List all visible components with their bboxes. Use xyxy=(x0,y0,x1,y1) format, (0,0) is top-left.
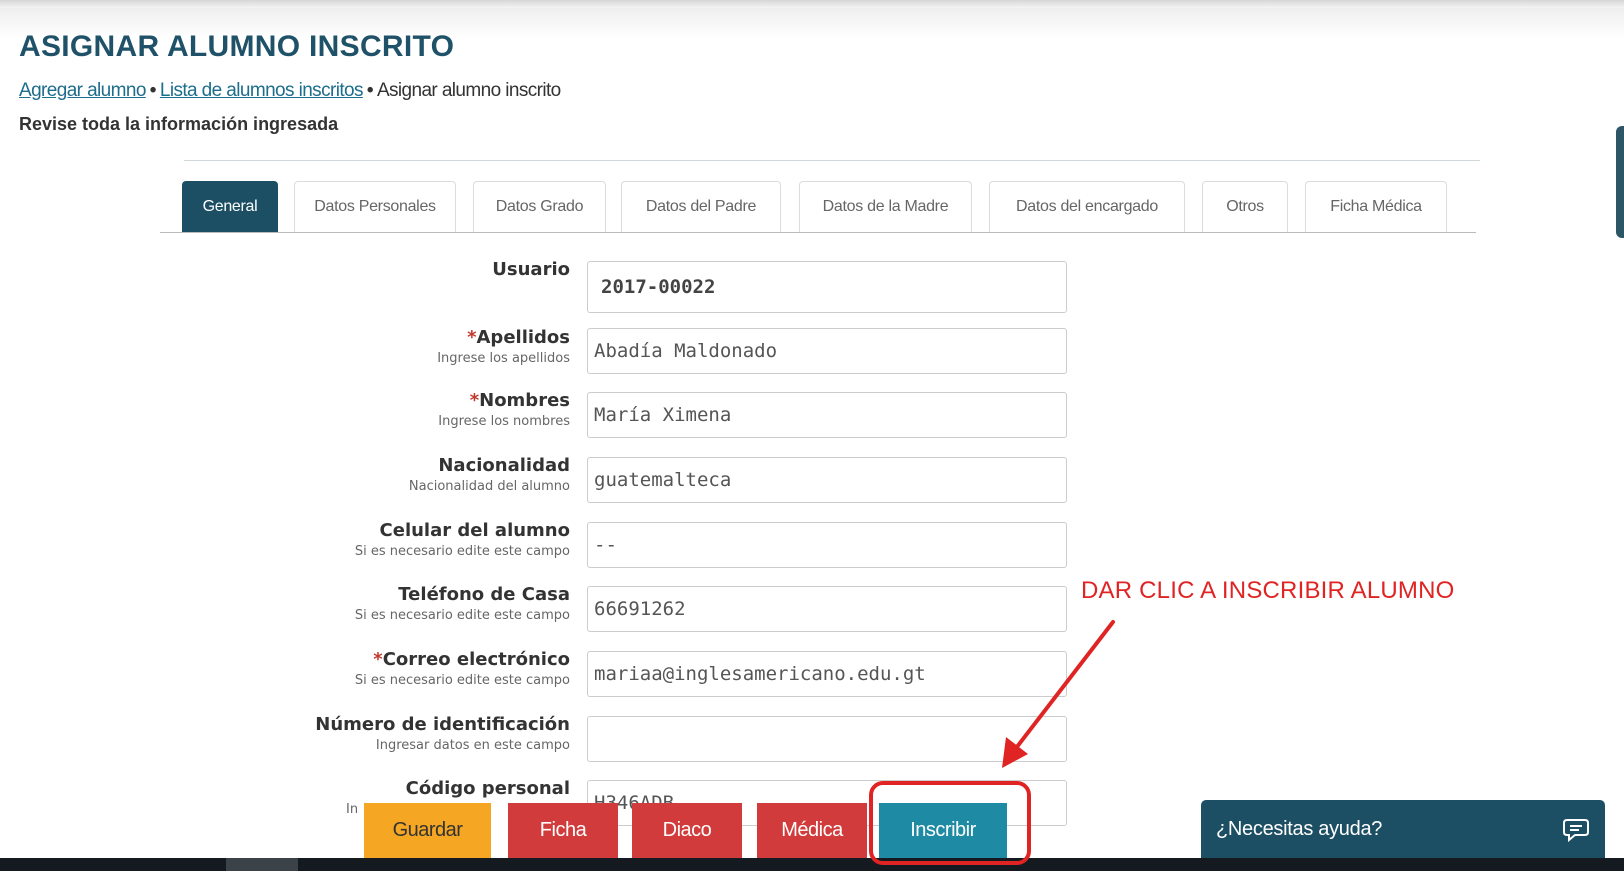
breadcrumb-link-agregar-alumno[interactable]: Agregar alumno xyxy=(19,80,146,101)
tab-ficha-medica[interactable]: Ficha Médica xyxy=(1305,181,1447,232)
identificacion-field[interactable] xyxy=(587,716,1067,762)
required-marker: * xyxy=(467,327,477,348)
inscribir-button[interactable]: Inscribir xyxy=(879,803,1007,858)
tab-datos-padre[interactable]: Datos del Padre xyxy=(621,181,781,232)
taskbar xyxy=(0,858,1624,871)
nombres-label-text: Nombres xyxy=(479,390,570,411)
guardar-button[interactable]: Guardar xyxy=(364,803,491,858)
ficha-button[interactable]: Ficha xyxy=(508,803,618,858)
page-title: ASIGNAR ALUMNO INSCRITO xyxy=(19,30,455,63)
tab-datos-personales[interactable]: Datos Personales xyxy=(294,181,456,232)
help-chat-widget[interactable]: ¿Necesitas ayuda? xyxy=(1201,800,1605,858)
breadcrumb: Agregar alumno • Lista de alumnos inscrito… xyxy=(19,80,561,102)
identificacion-label: Número de identificación xyxy=(315,714,570,735)
apellidos-field[interactable] xyxy=(587,328,1067,374)
identificacion-label-group: Número de identificación Ingresar datos … xyxy=(170,714,570,756)
apellidos-label-group: *Apellidos Ingrese los apellidos xyxy=(170,327,570,369)
chat-icon xyxy=(1563,819,1589,843)
correo-hint: Si es necesario edite este campo xyxy=(354,673,570,688)
annotation-instruction: DAR CLIC A INSCRIBIR ALUMNO xyxy=(1081,577,1455,604)
telefono-label: Teléfono de Casa xyxy=(398,584,570,605)
correo-field[interactable] xyxy=(587,651,1067,697)
celular-label-group: Celular del alumno Si es necesario edite… xyxy=(170,520,570,562)
tab-datos-madre[interactable]: Datos de la Madre xyxy=(799,181,972,232)
correo-label-text: Correo electrónico xyxy=(382,649,570,670)
nacionalidad-label: Nacionalidad xyxy=(438,455,570,476)
tab-general[interactable]: General xyxy=(182,181,278,232)
telefono-hint: Si es necesario edite este campo xyxy=(354,608,570,623)
celular-label: Celular del alumno xyxy=(379,520,570,541)
apellidos-hint: Ingrese los apellidos xyxy=(437,351,570,366)
help-label: ¿Necesitas ayuda? xyxy=(1216,817,1383,840)
apellidos-label: *Apellidos xyxy=(170,327,570,349)
required-marker: * xyxy=(469,390,480,411)
taskbar-item[interactable] xyxy=(226,858,298,871)
tab-datos-encargado[interactable]: Datos del encargado xyxy=(989,181,1185,232)
breadcrumb-separator: • xyxy=(149,80,157,101)
divider xyxy=(184,160,1480,161)
identificacion-hint: Ingresar datos en este campo xyxy=(375,738,570,753)
telefono-label-group: Teléfono de Casa Si es necesario edite e… xyxy=(170,584,570,626)
nombres-hint: Ingrese los nombres xyxy=(438,414,570,429)
tab-bar: General Datos Personales Datos Grado Dat… xyxy=(160,181,1476,233)
nacionalidad-hint: Nacionalidad del alumno xyxy=(408,479,570,494)
breadcrumb-current: Asignar alumno inscrito xyxy=(376,80,561,101)
usuario-field[interactable] xyxy=(587,261,1067,313)
nacionalidad-field[interactable] xyxy=(587,457,1067,503)
required-marker: * xyxy=(373,649,383,670)
nombres-label-group: *Nombres Ingrese los nombres xyxy=(170,390,570,432)
nombres-field[interactable] xyxy=(587,392,1067,438)
page-subtitle: Revise toda la información ingresada xyxy=(19,114,339,134)
nombres-label: *Nombres xyxy=(170,390,570,412)
breadcrumb-separator: • xyxy=(366,80,374,101)
top-band xyxy=(0,0,1624,8)
celular-hint: Si es necesario edite este campo xyxy=(354,544,570,559)
diaco-button[interactable]: Diaco xyxy=(632,803,742,858)
usuario-label: Usuario xyxy=(492,259,570,280)
correo-label: *Correo electrónico xyxy=(170,649,570,671)
correo-label-group: *Correo electrónico Si es necesario edit… xyxy=(170,649,570,691)
telefono-field[interactable] xyxy=(587,586,1067,632)
celular-field[interactable] xyxy=(587,522,1067,568)
nacionalidad-label-group: Nacionalidad Nacionalidad del alumno xyxy=(170,455,570,497)
codigo-label: Código personal xyxy=(405,778,570,799)
apellidos-label-text: Apellidos xyxy=(476,327,571,348)
tab-datos-grado[interactable]: Datos Grado xyxy=(473,181,606,232)
side-panel-tab[interactable] xyxy=(1616,126,1624,238)
medica-button[interactable]: Médica xyxy=(757,803,867,858)
usuario-label-group: Usuario xyxy=(170,259,570,281)
tab-otros[interactable]: Otros xyxy=(1202,181,1288,232)
breadcrumb-link-lista-alumnos[interactable]: Lista de alumnos inscritos xyxy=(160,80,364,101)
